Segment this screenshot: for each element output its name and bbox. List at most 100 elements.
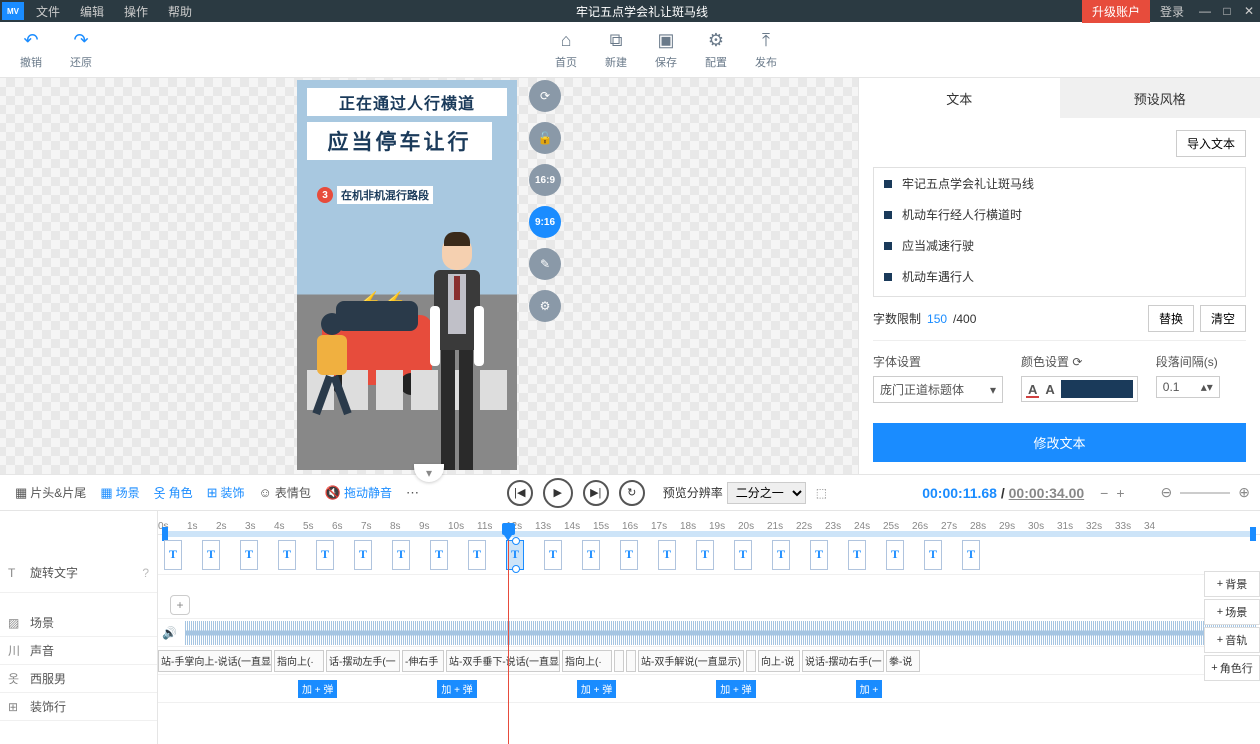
text-clip[interactable]: T <box>278 540 296 570</box>
zoom-fit-out-button[interactable]: ⊖ <box>1161 484 1173 501</box>
text-item[interactable]: 机动车行经人行横道时 <box>874 199 1245 230</box>
lock-button[interactable]: 🔓 <box>529 122 561 154</box>
character-track[interactable]: 站-手掌向上-说话(一直显指向上(·话-摆动左手(一-伸右手站-双手垂下-说话(… <box>158 647 1260 675</box>
add-audio-button[interactable]: + 音轨 <box>1204 627 1260 653</box>
replace-button[interactable]: 替换 <box>1148 305 1194 332</box>
timeline-tracks-area[interactable]: 0s1s2s3s4s5s6s7s8s9s10s11s12s13s14s15s16… <box>158 511 1260 744</box>
text-item[interactable]: 机动车遇行人 <box>874 261 1245 292</box>
save-button[interactable]: ▣保存 <box>655 30 677 70</box>
track-label-text[interactable]: T旋转文字? <box>0 553 157 593</box>
more-button[interactable]: ⋯ <box>401 482 424 504</box>
action-clip[interactable] <box>614 650 624 672</box>
text-clip[interactable]: T <box>886 540 904 570</box>
deco-clip[interactable]: 加 + 弹 <box>577 680 616 698</box>
refresh-button[interactable]: ⟳ <box>529 80 561 112</box>
action-clip[interactable]: 站-双手垂下-说话(一直显 <box>446 650 560 672</box>
new-button[interactable]: ⧉新建 <box>605 30 627 70</box>
modify-text-button[interactable]: 修改文本 <box>873 423 1246 462</box>
home-button[interactable]: ⌂首页 <box>555 30 577 70</box>
track-label-character[interactable]: 옷西服男 <box>0 665 157 693</box>
text-clip[interactable]: T <box>240 540 258 570</box>
menu-help[interactable]: 帮助 <box>158 3 202 20</box>
text-clip[interactable]: T <box>544 540 562 570</box>
minimize-button[interactable]: — <box>1194 4 1216 18</box>
tab-text[interactable]: 文本 <box>859 78 1060 118</box>
outline-color-icon[interactable]: A <box>1043 382 1056 397</box>
track-label-audio[interactable]: 川声音 <box>0 637 157 665</box>
text-clip[interactable]: T <box>696 540 714 570</box>
action-clip[interactable]: 说话-摆动右手(一 <box>802 650 884 672</box>
action-clip[interactable] <box>626 650 636 672</box>
action-clip[interactable] <box>746 650 756 672</box>
undo-button[interactable]: ↶撤销 <box>20 30 42 70</box>
scene-track[interactable]: + <box>158 591 1260 619</box>
text-clip[interactable]: T <box>924 540 942 570</box>
decoration-button[interactable]: ⊞装饰 <box>202 481 250 504</box>
zoom-fit-in-button[interactable]: ⊕ <box>1238 484 1250 501</box>
ratio-9-16-button[interactable]: 9:16 <box>529 206 561 238</box>
layers-icon[interactable]: ⬚ <box>816 486 827 500</box>
add-background-button[interactable]: + 背景 <box>1204 571 1260 597</box>
text-clip[interactable]: T <box>734 540 752 570</box>
deco-track[interactable]: 加 + 弹加 + 弹加 + 弹加 + 弹加 + <box>158 675 1260 703</box>
deco-clip[interactable]: 加 + 弹 <box>716 680 755 698</box>
color-swatch[interactable] <box>1061 380 1133 398</box>
text-clip[interactable]: T <box>164 540 182 570</box>
text-clip[interactable]: T <box>582 540 600 570</box>
font-select[interactable]: 庞门正道标题体▾ <box>873 376 1003 403</box>
text-clip[interactable]: T <box>354 540 372 570</box>
intro-outro-button[interactable]: ▦片头&片尾 <box>10 481 91 504</box>
action-clip[interactable]: 话-摆动左手(一 <box>326 650 400 672</box>
text-clip[interactable]: T <box>202 540 220 570</box>
action-clip[interactable]: 指向上(· <box>274 650 324 672</box>
redo-button[interactable]: ↷还原 <box>70 30 92 70</box>
upgrade-button[interactable]: 升级账户 <box>1082 0 1150 23</box>
config-button[interactable]: ⚙配置 <box>705 30 727 70</box>
scene-button[interactable]: ▦场景 <box>95 481 144 504</box>
drag-mute-button[interactable]: 🔇拖动静音 <box>320 481 397 504</box>
text-list[interactable]: 牢记五点学会礼让斑马线 机动车行经人行横道时 应当减速行驶 机动车遇行人 <box>873 167 1246 297</box>
menu-action[interactable]: 操作 <box>114 3 158 20</box>
publish-button[interactable]: ⤒发布 <box>755 30 777 70</box>
para-spacing-input[interactable]: 0.1▴▾ <box>1156 376 1220 398</box>
text-clip[interactable]: T <box>392 540 410 570</box>
deco-clip[interactable]: 加 + 弹 <box>437 680 476 698</box>
text-clip[interactable]: T <box>430 540 448 570</box>
deco-clip[interactable]: 加 + 弹 <box>298 680 337 698</box>
prev-button[interactable]: |◀ <box>507 480 533 506</box>
maximize-button[interactable]: □ <box>1216 4 1238 18</box>
color-control[interactable]: A A <box>1021 376 1138 402</box>
text-clip[interactable]: T <box>468 540 486 570</box>
text-track[interactable]: TTTTTTTTTTTTTTTTTTTTTT <box>158 535 1260 575</box>
text-clip[interactable]: T <box>772 540 790 570</box>
text-color-icon[interactable]: A <box>1026 382 1039 397</box>
zoom-out-button[interactable]: − <box>1100 485 1108 501</box>
play-button[interactable]: ▶ <box>543 478 573 508</box>
action-clip[interactable]: 拳-说 <box>886 650 920 672</box>
track-label-deco[interactable]: ⊞装饰行 <box>0 693 157 721</box>
emoji-button[interactable]: ☺表情包 <box>254 481 316 504</box>
text-clip[interactable]: T <box>848 540 866 570</box>
action-clip[interactable]: -伸右手 <box>402 650 444 672</box>
action-clip[interactable]: 站-双手解说(一直显示) <box>638 650 744 672</box>
video-preview[interactable]: 正在通过人行横道 应当停车让行 3 在机非机混行路段 ⚡⚡ <box>297 80 517 470</box>
text-clip[interactable]: T <box>658 540 676 570</box>
action-clip[interactable]: 站-手掌向上-说话(一直显 <box>158 650 272 672</box>
text-clip[interactable]: T <box>962 540 980 570</box>
add-scene-row-button[interactable]: + 场景 <box>1204 599 1260 625</box>
track-label-scene[interactable]: ▨场景 <box>0 609 157 637</box>
canvas-area[interactable]: 正在通过人行横道 应当停车让行 3 在机非机混行路段 ⚡⚡ ⟳ 🔓 16:9 9… <box>0 78 858 474</box>
text-clip[interactable]: T <box>620 540 638 570</box>
audio-track[interactable]: 🔊 <box>158 619 1260 647</box>
login-button[interactable]: 登录 <box>1150 3 1194 20</box>
menu-edit[interactable]: 编辑 <box>70 3 114 20</box>
zoom-slider[interactable] <box>1180 492 1230 494</box>
add-scene-button[interactable]: + <box>170 595 190 615</box>
menu-file[interactable]: 文件 <box>26 3 70 20</box>
volume-icon[interactable]: 🔊 <box>162 626 177 640</box>
tab-preset[interactable]: 预设风格 <box>1060 78 1260 118</box>
text-clip[interactable]: T <box>810 540 828 570</box>
text-clip[interactable]: T <box>316 540 334 570</box>
action-clip[interactable]: 指向上(· <box>562 650 612 672</box>
help-icon[interactable]: ? <box>142 566 149 580</box>
